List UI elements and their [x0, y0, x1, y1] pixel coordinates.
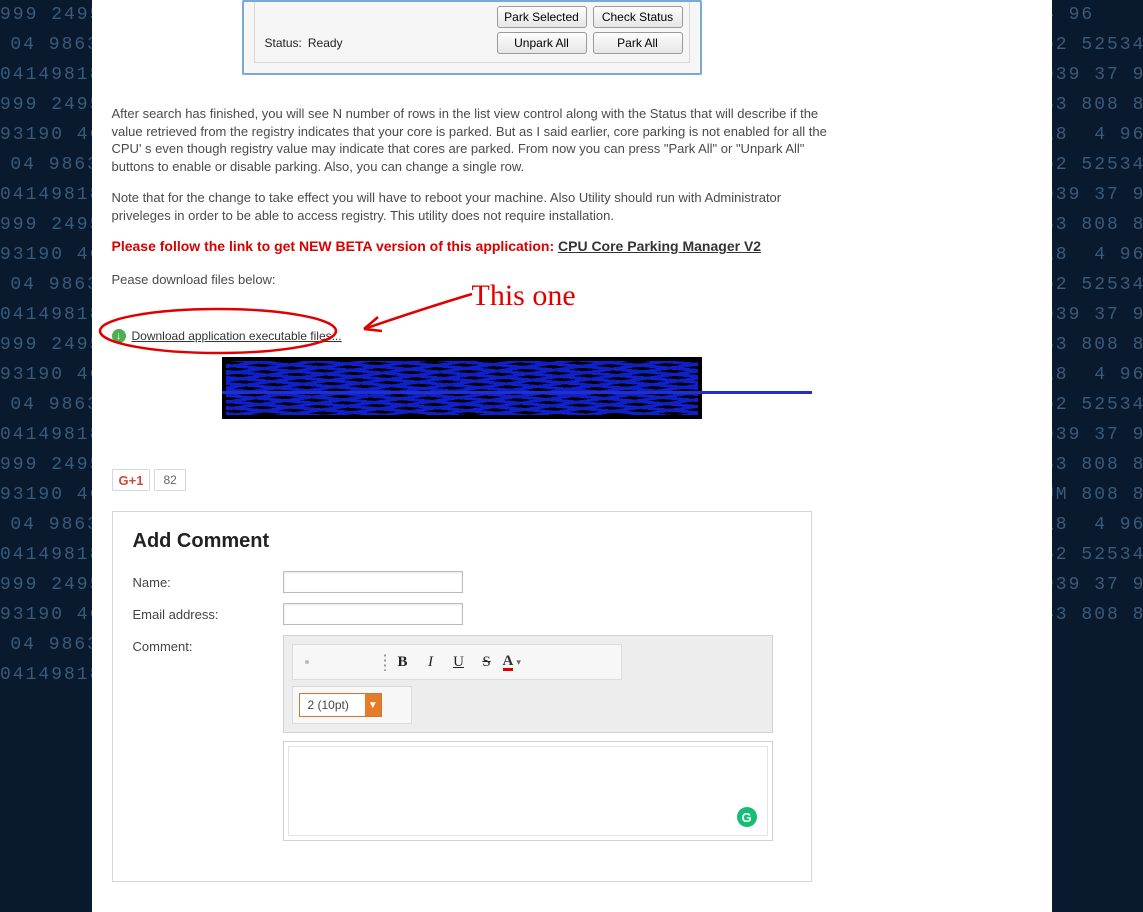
comment-label: Comment: [133, 635, 283, 654]
blue-scribble [226, 361, 698, 415]
background-numbers-left: 999 2495 04 9863 04149818 999 2495 93190… [0, 0, 100, 852]
font-size-select[interactable]: 2 (10pt) ▼ [299, 693, 382, 717]
status-value: Ready [308, 36, 343, 50]
beta-prefix: Please follow the link to get NEW BETA v… [112, 238, 559, 254]
article-content: Park Selected Check Status Status: Ready… [112, 0, 832, 912]
park-all-button[interactable]: Park All [593, 32, 683, 54]
comment-heading: Add Comment [133, 530, 791, 553]
toolbar-handle-icon[interactable] [383, 653, 387, 671]
gplus-button[interactable]: G+1 [112, 469, 151, 491]
download-icon: ↓ [112, 329, 126, 343]
app-window: Park Selected Check Status Status: Ready… [242, 0, 702, 75]
font-size-value: 2 (10pt) [300, 695, 365, 715]
download-row: ↓ Download application executable files.… [112, 329, 832, 343]
underline-button[interactable]: U [447, 651, 471, 673]
email-label: Email address: [133, 603, 283, 622]
name-label: Name: [133, 571, 283, 590]
toolbar-dot-left [305, 660, 309, 664]
dropdown-arrow-icon[interactable]: ▼ [365, 694, 381, 716]
paragraph-2: Note that for the change to take effect … [112, 189, 832, 224]
annotation-arrow [352, 289, 482, 339]
beta-link[interactable]: CPU Core Parking Manager V2 [558, 238, 761, 254]
text-color-button[interactable]: A▾ [503, 654, 521, 671]
gplus-row: G+1 82 [112, 469, 832, 491]
annotation-text: This one [472, 279, 576, 313]
download-link[interactable]: Download application executable files... [132, 329, 342, 343]
app-inner: Park Selected Check Status Status: Ready… [254, 2, 690, 63]
page-container: Park Selected Check Status Status: Ready… [92, 0, 1052, 912]
editor-wrap: B I U S A▾ 2 (10pt) ▼ [283, 635, 791, 841]
redacted-ad [222, 357, 702, 419]
check-status-button[interactable]: Check Status [593, 6, 683, 28]
comment-box: Add Comment Name: Email address: Comment… [112, 511, 812, 882]
strike-button[interactable]: S [475, 651, 499, 673]
comment-textarea[interactable]: G [288, 746, 768, 836]
italic-button[interactable]: I [419, 651, 443, 673]
grammarly-icon[interactable]: G [737, 807, 757, 827]
beta-line: Please follow the link to get NEW BETA v… [112, 238, 832, 254]
status-label: Status: [265, 36, 302, 50]
editor-area: G [283, 741, 773, 841]
background-numbers-right: 4 96 62 52534 939 37 9 43 808 8 18 4 96 … [1043, 0, 1143, 852]
paragraph-1: After search has finished, you will see … [112, 105, 832, 175]
gplus-count: 82 [154, 469, 185, 491]
bold-button[interactable]: B [391, 651, 415, 673]
unpark-all-button[interactable]: Unpark All [497, 32, 587, 54]
editor-toolbar: B I U S A▾ 2 (10pt) ▼ [283, 635, 773, 733]
blue-underline [222, 391, 812, 394]
park-selected-button[interactable]: Park Selected [497, 6, 587, 28]
name-input[interactable] [283, 571, 463, 593]
email-input[interactable] [283, 603, 463, 625]
